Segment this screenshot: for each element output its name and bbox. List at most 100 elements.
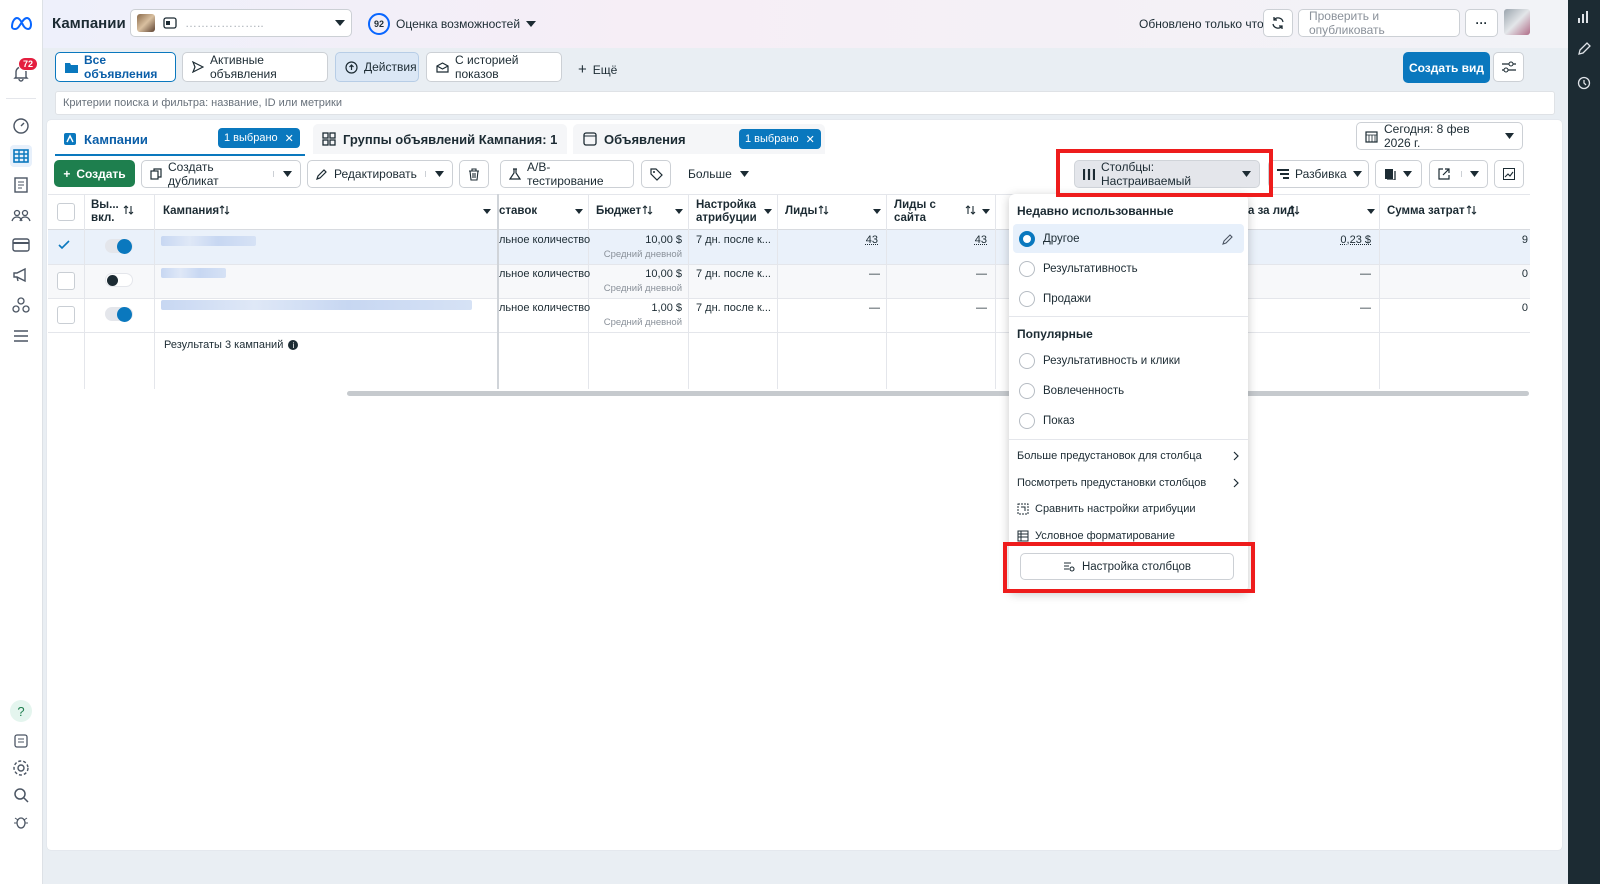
tab-actions[interactable]: Действия <box>335 52 419 82</box>
delete-button[interactable] <box>459 160 489 188</box>
campaign-name-redacted[interactable] <box>161 300 472 310</box>
search-icon[interactable] <box>10 784 32 806</box>
breakdown-button[interactable]: Разбивка <box>1268 160 1369 188</box>
audience-icon[interactable] <box>10 204 32 226</box>
column-header-bid[interactable]: ставок <box>499 205 537 218</box>
more-tabs-button[interactable]: + Ещё <box>578 61 617 78</box>
table-icon[interactable] <box>10 145 32 167</box>
settings-gear-icon[interactable] <box>10 757 32 779</box>
sort-icon[interactable] <box>219 205 230 215</box>
chevron-down-icon[interactable] <box>764 209 772 214</box>
pencil-icon[interactable] <box>1577 42 1591 56</box>
sort-icon[interactable] <box>818 205 829 215</box>
duplicate-button[interactable]: Создать дубликат <box>141 160 301 188</box>
preset-option-sales[interactable]: Продажи <box>1013 284 1244 313</box>
search-filter-input[interactable]: Критерии поиска и фильтра: название, ID … <box>55 91 1555 115</box>
chevron-down-icon[interactable] <box>1461 171 1479 177</box>
ab-test-button[interactable]: A/B-тестирование <box>500 160 634 188</box>
create-view-button[interactable]: Создать вид <box>1403 52 1490 83</box>
chevron-down-icon[interactable] <box>273 171 292 177</box>
reports-button[interactable] <box>1375 160 1422 188</box>
sort-icon[interactable] <box>642 205 653 215</box>
pages-icon[interactable] <box>10 174 32 196</box>
row-checkbox[interactable] <box>57 272 75 290</box>
view-presets-link[interactable]: Посмотреть предустановки столбцов <box>1017 477 1239 489</box>
campaign-toggle-on[interactable] <box>105 239 133 254</box>
close-icon[interactable]: ✕ <box>806 133 815 146</box>
row-checkbox-checked[interactable] <box>57 238 75 256</box>
campaigns-selected-chip[interactable]: 1 выбрано ✕ <box>218 128 300 148</box>
close-icon[interactable]: ✕ <box>285 132 294 145</box>
opportunity-score[interactable]: 92 Оценка возможностей <box>368 13 537 35</box>
sort-icon[interactable] <box>1289 205 1300 215</box>
campaign-name-redacted[interactable] <box>161 236 256 246</box>
chevron-down-icon[interactable] <box>425 171 444 177</box>
campaign-toggle-on[interactable] <box>105 307 133 322</box>
gauge-icon[interactable] <box>10 115 32 137</box>
help-icon[interactable]: ? <box>10 700 32 722</box>
column-header-leads[interactable]: Лиды <box>785 205 817 218</box>
tab-with-delivery-history[interactable]: С историей показов <box>426 52 562 82</box>
tab-active-ads[interactable]: Активные объявления <box>182 52 328 82</box>
chevron-down-icon[interactable] <box>675 209 683 214</box>
preset-option-performance-clicks[interactable]: Результативность и клики <box>1013 346 1244 375</box>
chevron-down-icon[interactable] <box>982 209 990 214</box>
sort-icon[interactable] <box>123 205 134 215</box>
more-actions-button[interactable]: Больше <box>688 167 749 181</box>
more-options-button[interactable]: ··· <box>1465 9 1498 37</box>
ads-selected-chip[interactable]: 1 выбрано ✕ <box>739 129 821 149</box>
column-header-attribution[interactable]: Настройка атрибуции <box>696 199 762 225</box>
preset-option-engagement[interactable]: Вовлеченность <box>1013 376 1244 405</box>
user-avatar[interactable] <box>1504 9 1530 35</box>
megaphone-icon[interactable] <box>10 264 32 286</box>
bug-report-icon[interactable] <box>10 811 32 833</box>
more-presets-link[interactable]: Больше предустановок для столбца <box>1017 450 1239 462</box>
pencil-icon[interactable] <box>1222 233 1234 245</box>
column-header-toggle[interactable]: Вы... вкл. <box>91 199 121 225</box>
billing-card-icon[interactable] <box>10 234 32 256</box>
campaign-toggle-off[interactable] <box>105 273 133 287</box>
row-checkbox[interactable] <box>57 306 75 324</box>
sort-icon[interactable] <box>965 205 976 215</box>
preset-option-performance[interactable]: Результативность <box>1013 254 1244 283</box>
conditional-formatting-link[interactable]: Условное форматирование <box>1017 530 1175 542</box>
leads-cell[interactable]: 43 <box>785 234 878 246</box>
chevron-down-icon[interactable] <box>483 209 491 214</box>
meta-logo-icon[interactable] <box>10 12 32 34</box>
column-header-site-leads[interactable]: Лиды с сайта <box>894 199 944 225</box>
chevron-down-icon[interactable] <box>873 209 881 214</box>
refresh-button[interactable] <box>1263 9 1293 37</box>
info-icon[interactable]: i <box>288 340 299 350</box>
compare-attribution-link[interactable]: Сравнить настройки атрибуции <box>1017 503 1196 515</box>
charts-toggle-button[interactable] <box>1494 160 1524 188</box>
sort-icon[interactable] <box>1466 205 1477 215</box>
horizontal-scrollbar[interactable] <box>347 391 1529 396</box>
business-tools-icon[interactable] <box>10 294 32 316</box>
column-header-campaign[interactable]: Кампания <box>163 205 219 218</box>
create-button[interactable]: + Создать <box>54 160 135 187</box>
view-settings-button[interactable] <box>1493 52 1524 82</box>
column-header-budget[interactable]: Бюджет <box>596 205 641 218</box>
radio <box>1019 412 1035 429</box>
export-button[interactable] <box>1429 160 1488 188</box>
chart-icon[interactable] <box>1577 10 1591 24</box>
campaign-name-redacted[interactable] <box>161 268 226 278</box>
account-selector[interactable]: ……………….. <box>130 9 352 37</box>
menu-icon[interactable] <box>10 325 32 347</box>
chevron-down-icon[interactable] <box>575 209 583 214</box>
tag-button[interactable] <box>641 160 671 188</box>
preset-option-other[interactable]: Другое <box>1013 224 1244 253</box>
preset-option-delivery[interactable]: Показ <box>1013 406 1244 435</box>
select-all-checkbox[interactable] <box>57 203 75 221</box>
column-header-spend[interactable]: Сумма затрат <box>1387 205 1465 218</box>
date-range-picker[interactable]: Сегодня: 8 фев 2026 г. <box>1356 122 1523 150</box>
site-leads-cell[interactable]: 43 <box>894 234 987 246</box>
review-publish-button[interactable]: Проверить и опубликовать <box>1298 9 1460 37</box>
cost-per-lead-cell[interactable]: 0,23 $ <box>1290 234 1371 246</box>
news-icon[interactable] <box>10 730 32 752</box>
history-clock-icon[interactable] <box>1577 76 1591 90</box>
chevron-down-icon[interactable] <box>1367 209 1375 214</box>
edit-button[interactable]: Редактировать <box>307 160 453 188</box>
column-header-cost-per-lead[interactable]: а за лид <box>1248 205 1294 218</box>
tab-all-ads[interactable]: Все объявления <box>55 52 176 82</box>
